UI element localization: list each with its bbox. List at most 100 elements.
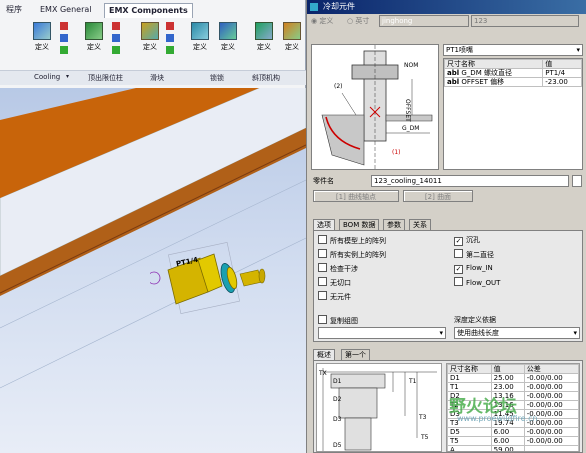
model-viewport[interactable]: PT1/4: [0, 88, 306, 453]
group-slider: 滑块: [150, 74, 164, 82]
table-row[interactable]: T1 23.00 -0.00/0.00: [447, 382, 579, 392]
dims-cell-value[interactable]: 25.00: [490, 373, 525, 383]
abl-icon: abl: [447, 69, 460, 77]
dims-cell-tol[interactable]: -0.00/0.00: [523, 400, 579, 410]
dims-cell-name: D5: [447, 427, 492, 437]
group-cooling-dropdown-icon[interactable]: ▾: [66, 73, 69, 80]
dialog-title-bar: 冷却元件: [307, 0, 586, 14]
dims-cell-value[interactable]: 23.00: [490, 382, 525, 392]
dimension-diagram: TX D1 T1 D2 D3 T3 T5 D5: [316, 363, 442, 452]
chevron-down-icon: ▾: [576, 46, 580, 54]
t1-label: T1: [409, 378, 417, 385]
copy-group-select[interactable]: ▾: [318, 327, 446, 339]
edit-icon[interactable]: [60, 34, 68, 42]
d3-label: D3: [333, 416, 342, 423]
dims-cell-name: T1: [447, 382, 492, 392]
t3-label: T3: [419, 414, 427, 421]
params-header-value: 值: [542, 59, 582, 69]
mode-radio-inch[interactable]: ○ 英寸: [347, 16, 369, 26]
number-select[interactable]: 123: [471, 15, 579, 27]
define-button-cooling[interactable]: 定义: [30, 22, 54, 52]
curve-axis-button[interactable]: [1] 曲线轴点: [313, 190, 399, 202]
cooling-fitting-graphic: [150, 242, 266, 314]
params-header-name: 尺寸名称: [443, 59, 544, 69]
define-button-lock[interactable]: 定义: [188, 22, 212, 52]
checkbox-counterbore[interactable]: ✓ 沉孔: [454, 235, 480, 246]
chevron-down-icon: ▾: [439, 329, 443, 337]
surface-button[interactable]: [2] 曲面: [403, 190, 473, 202]
edit-icon[interactable]: [166, 34, 174, 42]
chevron-down-icon: ▾: [573, 329, 577, 337]
cooling-icon: [33, 22, 51, 40]
dims-cell-tol[interactable]: -0.00/0.00: [523, 427, 579, 437]
move-icon[interactable]: [166, 46, 174, 54]
dims-cell-value[interactable]: 59.00: [490, 445, 525, 451]
dims-cell-name: A: [447, 445, 492, 451]
dims-header-value: 值: [490, 364, 525, 374]
dims-cell-tol[interactable]: -0.00/0.00: [523, 391, 579, 401]
dims-cell-value[interactable]: 6.00: [490, 427, 525, 437]
vendor-select[interactable]: jinghong: [379, 15, 469, 27]
dims-cell-tol[interactable]: -0.00/0.00: [523, 382, 579, 392]
checkbox-interference[interactable]: 检查干涉: [318, 263, 358, 274]
lifter-alt-icon: [283, 22, 301, 40]
overview-panel: TX D1 T1 D2 D3 T3 T5 D5 尺寸名称 值 公差 D1 25.0…: [313, 360, 583, 453]
dims-cell-tol[interactable]: -0.00/0.00: [523, 373, 579, 383]
checkbox-pattern-instance[interactable]: 所有实例上的阵列: [318, 249, 386, 260]
depth-select[interactable]: 使用曲线长度 ▾: [454, 327, 580, 339]
checkbox-copy-group[interactable]: 复制组图: [318, 315, 358, 326]
dialog-title: 冷却元件: [323, 2, 355, 11]
checkbox-second-diameter[interactable]: 第二直径: [454, 249, 494, 260]
table-row[interactable]: D1 25.00 -0.00/0.00: [447, 373, 579, 383]
params-table: 尺寸名称 值 abl G_DM 螺纹直径 PT1/4 abl OFFSET 偏移…: [443, 58, 583, 170]
define-button-lock-2[interactable]: 定义: [216, 22, 240, 52]
watermark-url: www.proewildfire.cn: [457, 414, 538, 423]
fitting-diagram: NOM (2) OFFSET G_DM (1): [311, 44, 439, 170]
define-button-lifter-2[interactable]: 定义: [280, 22, 304, 52]
move-icon[interactable]: [60, 46, 68, 54]
define-button-ejector[interactable]: 定义: [82, 22, 106, 52]
checkbox-flow-in[interactable]: ✓ Flow_IN: [454, 263, 493, 274]
lifter-icon: [255, 22, 273, 40]
checkbox-no-cut[interactable]: 无切口: [318, 277, 351, 288]
edit-icon[interactable]: [112, 34, 120, 42]
table-row[interactable]: T5 6.00 -0.00/0.00: [447, 436, 579, 446]
table-row[interactable]: abl G_DM 螺纹直径 PT1/4: [443, 68, 582, 78]
part-name-input[interactable]: 123_cooling_14011: [371, 175, 569, 187]
group-cooling[interactable]: Cooling: [34, 73, 60, 81]
app-icon: [310, 3, 318, 11]
tab-emx-general[interactable]: EMX General: [36, 3, 96, 17]
type-select[interactable]: PT1喷嘴 ▾: [443, 44, 583, 56]
gdm-label: G_DM: [402, 125, 420, 132]
delete-icon[interactable]: [60, 22, 68, 30]
define-button-slider[interactable]: 定义: [138, 22, 162, 52]
part-name-toggle[interactable]: [572, 175, 582, 187]
checkbox-flow-out[interactable]: Flow_OUT: [454, 277, 500, 288]
group-lifter: 斜顶机构: [252, 74, 280, 82]
dims-cell-value[interactable]: 6.00: [490, 436, 525, 446]
tab-program[interactable]: 程序: [2, 3, 26, 17]
checkbox-pattern-model[interactable]: 所有模型上的阵列: [318, 235, 386, 246]
delete-icon[interactable]: [112, 22, 120, 30]
abl-icon: abl: [447, 78, 460, 86]
t5-label: T5: [421, 434, 429, 441]
ribbon-group-bar: Cooling ▾ 顶出限位柱 滑块 锁锁 斜顶机构: [0, 70, 306, 85]
delete-icon[interactable]: [166, 22, 174, 30]
define-button-lifter[interactable]: 定义: [252, 22, 276, 52]
dims-cell-tol[interactable]: -0.00/0.00: [523, 436, 579, 446]
dims-header-name: 尺寸名称: [447, 364, 492, 374]
dims-header-tolerance: 公差: [523, 364, 579, 374]
mode-radio-define[interactable]: ◉ 定义: [311, 16, 333, 26]
table-row[interactable]: D5 6.00 -0.00/0.00: [447, 427, 579, 437]
options-panel: 所有模型上的阵列 所有实例上的阵列 检查干涉 无切口 无元件 ✓ 沉孔 第二直径 …: [313, 230, 583, 342]
callout-2-label: (2): [334, 83, 343, 90]
dims-cell-tol[interactable]: [523, 445, 579, 451]
slider-icon: [141, 22, 159, 40]
d5-label: D5: [333, 442, 342, 449]
tab-emx-components[interactable]: EMX Components: [104, 3, 193, 18]
table-row[interactable]: A 59.00: [447, 445, 579, 451]
move-icon[interactable]: [112, 46, 120, 54]
offset-label: OFFSET: [404, 99, 411, 122]
table-row[interactable]: abl OFFSET 偏移 -23.00: [443, 77, 582, 87]
checkbox-no-component[interactable]: 无元件: [318, 291, 351, 302]
